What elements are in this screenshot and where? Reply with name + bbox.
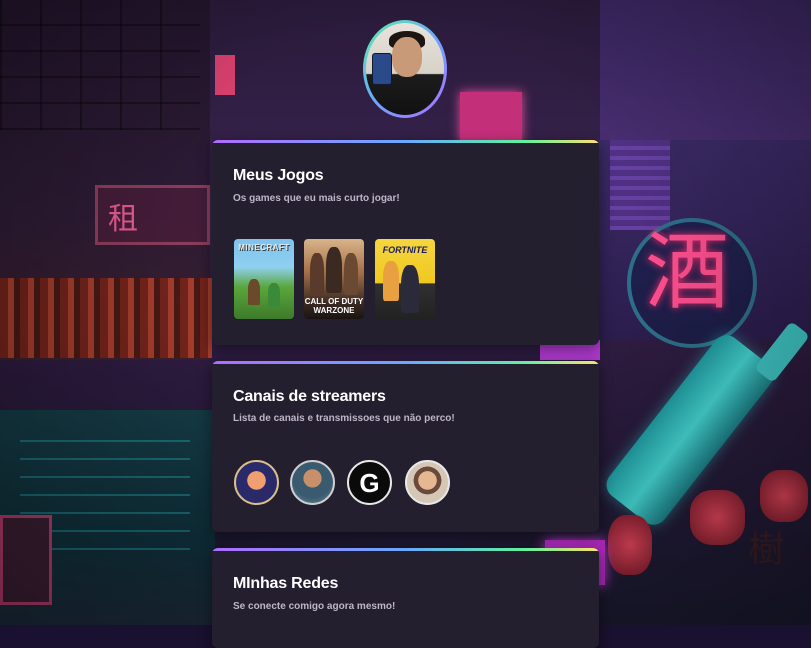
- game-figure: [248, 279, 260, 305]
- streamers-card-subtitle: Lista de canais e transmissoes que não p…: [233, 413, 455, 424]
- game-warzone[interactable]: CALL OF DUTY WARZONE: [304, 239, 364, 319]
- game-fortnite-label: FORTNITE: [382, 245, 428, 255]
- game-minecraft[interactable]: MINECRAFT: [234, 239, 294, 319]
- game-minecraft-label: MINECRAFT: [238, 243, 290, 252]
- streamer-avatar-2[interactable]: [290, 460, 335, 505]
- game-figure: [401, 265, 419, 313]
- profile-avatar[interactable]: [363, 20, 447, 118]
- streamer-logo-glyph: G: [359, 468, 380, 498]
- games-card: Meus Jogos Os games que eu mais curto jo…: [212, 140, 599, 345]
- game-figure: [310, 253, 324, 295]
- game-figure: [344, 253, 358, 295]
- socials-card-subtitle: Se conecte comigo agora mesmo!: [233, 601, 396, 612]
- streamers-card: Canais de streamers Lista de canais e tr…: [212, 361, 599, 532]
- avatar-face: [392, 37, 422, 77]
- streamer-avatar-4[interactable]: [405, 460, 450, 505]
- game-figure: [383, 261, 399, 301]
- socials-card: MInhas Redes Se conecte comigo agora mes…: [212, 548, 599, 648]
- games-card-title: Meus Jogos: [233, 167, 324, 184]
- game-figure: [268, 283, 280, 307]
- socials-card-title: MInhas Redes: [233, 575, 339, 592]
- streamer-avatar-3[interactable]: G: [347, 460, 392, 505]
- game-fortnite[interactable]: FORTNITE: [375, 239, 435, 319]
- streamers-card-title: Canais de streamers: [233, 388, 386, 405]
- games-card-subtitle: Os games que eu mais curto jogar!: [233, 193, 400, 204]
- profile-photo: [366, 23, 444, 115]
- avatar-phone: [372, 53, 392, 85]
- game-figure: [326, 247, 342, 293]
- streamer-avatar-1[interactable]: [234, 460, 279, 505]
- game-warzone-label: CALL OF DUTY WARZONE: [304, 297, 364, 315]
